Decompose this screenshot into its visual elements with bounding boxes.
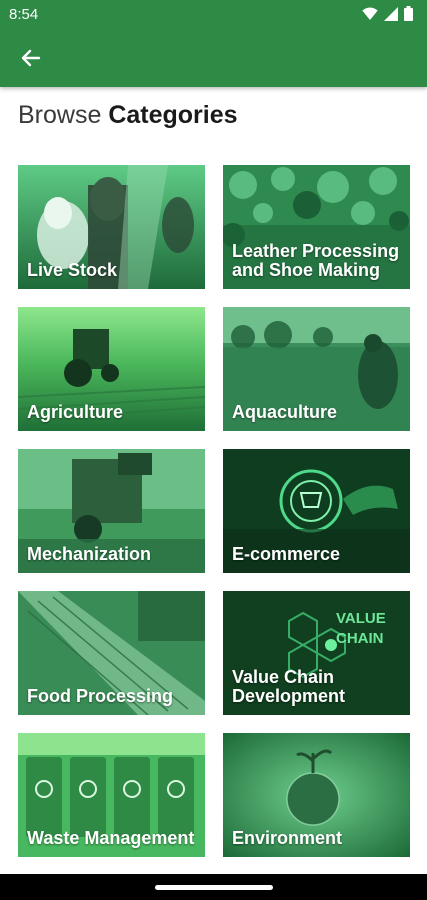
home-gesture-handle[interactable] — [155, 885, 273, 890]
category-label: Leather Processing and Shoe Making — [232, 241, 400, 280]
category-tile-live-stock[interactable]: Live Stock — [18, 165, 205, 289]
battery-icon — [404, 6, 413, 21]
category-label: Environment — [232, 828, 343, 848]
category-tile-aquaculture[interactable]: Aquaculture — [223, 307, 410, 431]
status-icons — [362, 6, 413, 21]
category-tile-agriculture[interactable]: Agriculture — [18, 307, 205, 431]
signal-icon — [384, 6, 398, 21]
category-label: Food Processing — [27, 686, 174, 706]
category-label: E-commerce — [232, 544, 341, 564]
system-navigation-bar — [0, 874, 427, 900]
category-label: Waste Management — [27, 828, 195, 848]
category-tile-value-chain-development[interactable]: VALUE CHAIN Value Chain Development — [223, 591, 410, 715]
category-tile-mechanization[interactable]: Mechanization — [18, 449, 205, 573]
page-title-light: Browse — [18, 101, 102, 129]
page-title-bold: Categories — [108, 101, 238, 129]
category-label: Live Stock — [27, 260, 118, 280]
category-tile-e-commerce[interactable]: E-commerce — [223, 449, 410, 573]
value-chain-badge-text: VALUE CHAIN — [336, 610, 386, 647]
category-tile-waste-management[interactable]: Waste Management — [18, 733, 205, 857]
category-label: Aquaculture — [232, 402, 338, 422]
category-tile-environment[interactable]: Environment — [223, 733, 410, 857]
app-bar: 8:54 — [0, 0, 427, 87]
arrow-left-icon — [21, 49, 41, 67]
status-bar: 8:54 — [0, 0, 427, 28]
wifi-icon — [362, 7, 378, 20]
category-label: Agriculture — [27, 402, 124, 422]
status-time: 8:54 — [9, 6, 39, 23]
category-label: Mechanization — [27, 544, 152, 564]
category-label: Value Chain Development — [232, 667, 346, 706]
category-tile-leather-processing[interactable]: Leather Processing and Shoe Making — [223, 165, 410, 289]
category-tile-food-processing[interactable]: Food Processing — [18, 591, 205, 715]
back-button[interactable] — [14, 43, 48, 73]
page-title: Browse Categories — [18, 101, 238, 130]
category-grid: Live Stock Leather Processing and Shoe M… — [18, 165, 410, 859]
